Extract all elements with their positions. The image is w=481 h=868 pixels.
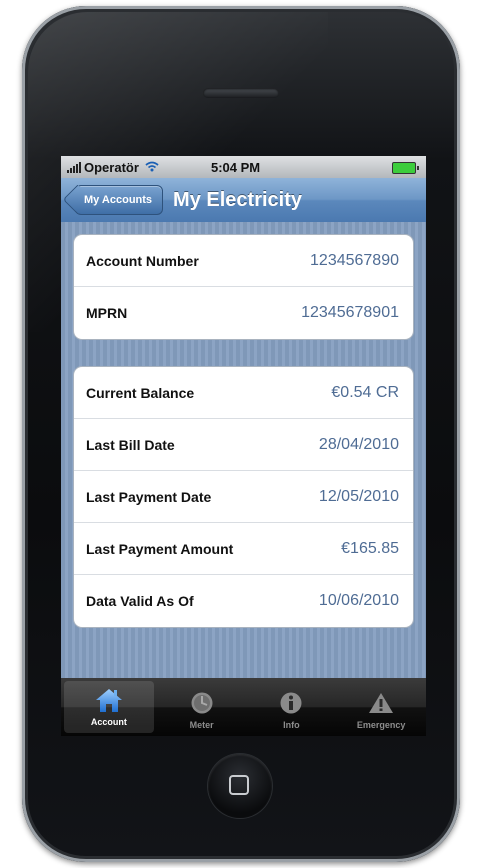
page-title: My Electricity — [173, 188, 302, 211]
status-bar: Operatör 5:04 PM — [61, 156, 426, 178]
signal-icon — [67, 161, 81, 173]
table-row: Data Valid As Of 10/06/2010 — [74, 575, 413, 627]
mprn-label: MPRN — [86, 305, 128, 321]
content-area: Account Number 1234567890 MPRN 123456789… — [61, 222, 426, 678]
account-number-value: 1234567890 — [310, 251, 399, 269]
table-row: Last Payment Date 12/05/2010 — [74, 471, 413, 523]
last-bill-date-value: 28/04/2010 — [318, 435, 399, 453]
carrier-name: Operatör — [84, 159, 139, 175]
table-row: Current Balance €0.54 CR — [74, 367, 413, 419]
home-button[interactable] — [208, 754, 272, 818]
warning-icon — [368, 690, 394, 716]
tab-account[interactable]: Account — [64, 681, 154, 733]
last-payment-amount-label: Last Payment Amount — [86, 540, 234, 557]
mprn-value: 12345678901 — [301, 304, 399, 321]
account-number-label: Account Number — [86, 252, 199, 269]
tab-meter-label: Meter — [189, 720, 214, 730]
back-button[interactable]: My Accounts — [75, 185, 164, 215]
home-button-square-icon — [229, 775, 249, 795]
table-row: Last Bill Date 28/04/2010 — [74, 419, 413, 471]
last-payment-amount-value: €165.85 — [341, 539, 399, 557]
table-row: Last Payment Amount €165.85 — [74, 523, 413, 575]
tab-account-label: Account — [90, 717, 127, 727]
back-button-label: My Accounts — [84, 194, 153, 206]
tab-info[interactable]: Info — [247, 678, 337, 736]
wifi-icon — [145, 160, 159, 175]
current-balance-label: Current Balance — [86, 384, 195, 401]
current-balance-value: €0.54 CR — [331, 383, 399, 401]
battery-icon — [392, 162, 419, 174]
tab-emergency[interactable]: Emergency — [336, 678, 426, 736]
tab-bar: Account Meter Info Emergency — [61, 678, 426, 736]
data-valid-as-of-label: Data Valid As Of — [86, 593, 194, 609]
phone-frame: Operatör 5:04 PM My Accounts My Electric… — [22, 6, 460, 862]
tab-emergency-label: Emergency — [356, 720, 406, 730]
clock-icon — [190, 690, 214, 716]
info-icon — [279, 690, 303, 716]
last-payment-date-value: 12/05/2010 — [318, 487, 399, 505]
earpiece — [203, 88, 279, 98]
navigation-bar: My Accounts My Electricity — [61, 178, 426, 223]
home-icon — [95, 687, 123, 713]
last-bill-date-label: Last Bill Date — [86, 436, 175, 453]
tab-info-label: Info — [283, 720, 300, 730]
screen: Operatör 5:04 PM My Accounts My Electric… — [61, 156, 426, 736]
data-valid-as-of-value: 10/06/2010 — [318, 592, 399, 609]
status-time: 5:04 PM — [211, 159, 261, 175]
last-payment-date-label: Last Payment Date — [86, 488, 212, 505]
table-row: Account Number 1234567890 — [74, 235, 413, 287]
details-group: Current Balance €0.54 CR Last Bill Date … — [73, 366, 414, 628]
table-row: MPRN 12345678901 — [74, 287, 413, 339]
tab-meter[interactable]: Meter — [157, 678, 247, 736]
account-group: Account Number 1234567890 MPRN 123456789… — [73, 234, 414, 340]
